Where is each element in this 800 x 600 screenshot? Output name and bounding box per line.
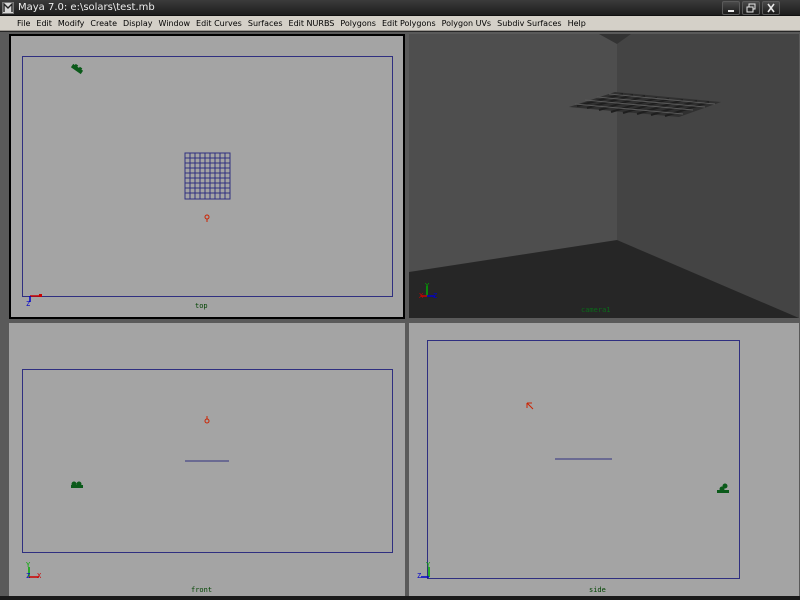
minimize-icon	[728, 10, 734, 12]
menu-edit-nurbs[interactable]: Edit NURBS	[286, 16, 338, 31]
axis-label-x: X	[419, 292, 424, 300]
camera-icon[interactable]	[71, 481, 83, 489]
close-button[interactable]	[762, 1, 780, 15]
side-viewport[interactable]: Y Z side	[409, 323, 799, 596]
camera-icon[interactable]	[70, 63, 84, 75]
axis-label-y: Y	[425, 282, 430, 290]
menu-window[interactable]: Window	[156, 16, 194, 31]
axis-label-z: Z	[26, 300, 31, 308]
light-icon[interactable]	[204, 416, 210, 424]
camera-label-front: front	[191, 586, 213, 594]
poly-plane-grid[interactable]	[184, 152, 231, 200]
main-menu-bar: File Edit Modify Create Display Window E…	[0, 16, 800, 31]
menu-file[interactable]: File	[14, 16, 33, 31]
axis-label-z: Z	[417, 572, 422, 580]
menu-polygon-uvs[interactable]: Polygon UVs	[439, 16, 494, 31]
menu-modify[interactable]: Modify	[55, 16, 88, 31]
axis-label-y: Y	[26, 561, 31, 569]
close-icon	[767, 3, 775, 13]
axis-label-z: Z	[26, 572, 31, 580]
menu-polygons[interactable]: Polygons	[337, 16, 379, 31]
window-title: Maya 7.0: e:\solars\test.mb	[18, 2, 155, 13]
room-back-wall	[409, 34, 617, 272]
camera-label-camera1: camera1	[581, 306, 611, 314]
window-bottom-border	[0, 596, 800, 600]
light-icon[interactable]	[204, 214, 210, 222]
maximize-button[interactable]	[742, 1, 760, 15]
menu-create[interactable]: Create	[87, 16, 120, 31]
camera-label-side: side	[589, 586, 606, 594]
menu-surfaces[interactable]: Surfaces	[245, 16, 286, 31]
axis-label-y: Y	[426, 561, 431, 569]
viewport-panel-layout: Z top Y X Z camera1 Y Z X front Y Z side	[0, 32, 800, 596]
menu-edit-curves[interactable]: Edit Curves	[193, 16, 245, 31]
front-viewport[interactable]: Y Z X front	[9, 323, 405, 596]
camera-icon[interactable]	[717, 483, 729, 494]
light-icon[interactable]	[526, 402, 534, 410]
perspective-viewport[interactable]: Y X Z camera1	[409, 34, 799, 318]
maya-app-icon[interactable]	[2, 2, 14, 14]
menu-edit[interactable]: Edit	[33, 16, 55, 31]
camera-label-top: top	[195, 302, 208, 310]
axis-indicator-icon	[421, 567, 430, 578]
minimize-button[interactable]	[722, 1, 740, 15]
menu-display[interactable]: Display	[120, 16, 156, 31]
axis-label-z: Z	[433, 292, 438, 300]
title-bar: Maya 7.0: e:\solars\test.mb	[0, 0, 800, 16]
maya-window: Maya 7.0: e:\solars\test.mb File Edit Mo…	[0, 0, 800, 600]
axis-label-x: X	[37, 572, 42, 580]
top-viewport[interactable]: Z top	[9, 34, 405, 319]
menu-help[interactable]: Help	[565, 16, 589, 31]
menu-edit-polygons[interactable]: Edit Polygons	[379, 16, 439, 31]
maximize-icon	[746, 3, 756, 13]
menu-subdiv-surfaces[interactable]: Subdiv Surfaces	[494, 16, 564, 31]
